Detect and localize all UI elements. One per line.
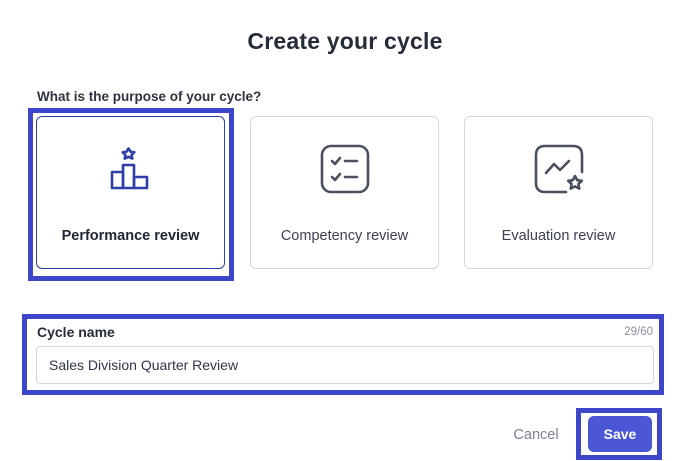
checklist-icon	[317, 141, 373, 197]
cycle-name-label: Cycle name	[37, 324, 115, 340]
purpose-question-label: What is the purpose of your cycle?	[37, 89, 262, 104]
cycle-name-input[interactable]	[36, 346, 654, 384]
purpose-option-label: Competency review	[280, 228, 409, 244]
character-counter: 29/60	[624, 326, 653, 338]
purpose-option-label: Evaluation review	[501, 228, 616, 244]
purpose-option-competency-review[interactable]: Competency review	[250, 116, 439, 269]
save-button[interactable]: Save	[588, 416, 652, 452]
purpose-option-evaluation-review[interactable]: Evaluation review	[464, 116, 653, 269]
page-title: Create your cycle	[247, 28, 443, 54]
purpose-option-label: Performance review	[61, 228, 200, 244]
cancel-button[interactable]: Cancel	[503, 424, 569, 446]
create-cycle-dialog: Create your cycle What is the purpose of…	[0, 0, 684, 461]
podium-star-icon	[103, 141, 159, 197]
purpose-option-performance-review[interactable]: Performance review	[36, 116, 225, 269]
chart-star-icon	[531, 141, 587, 197]
